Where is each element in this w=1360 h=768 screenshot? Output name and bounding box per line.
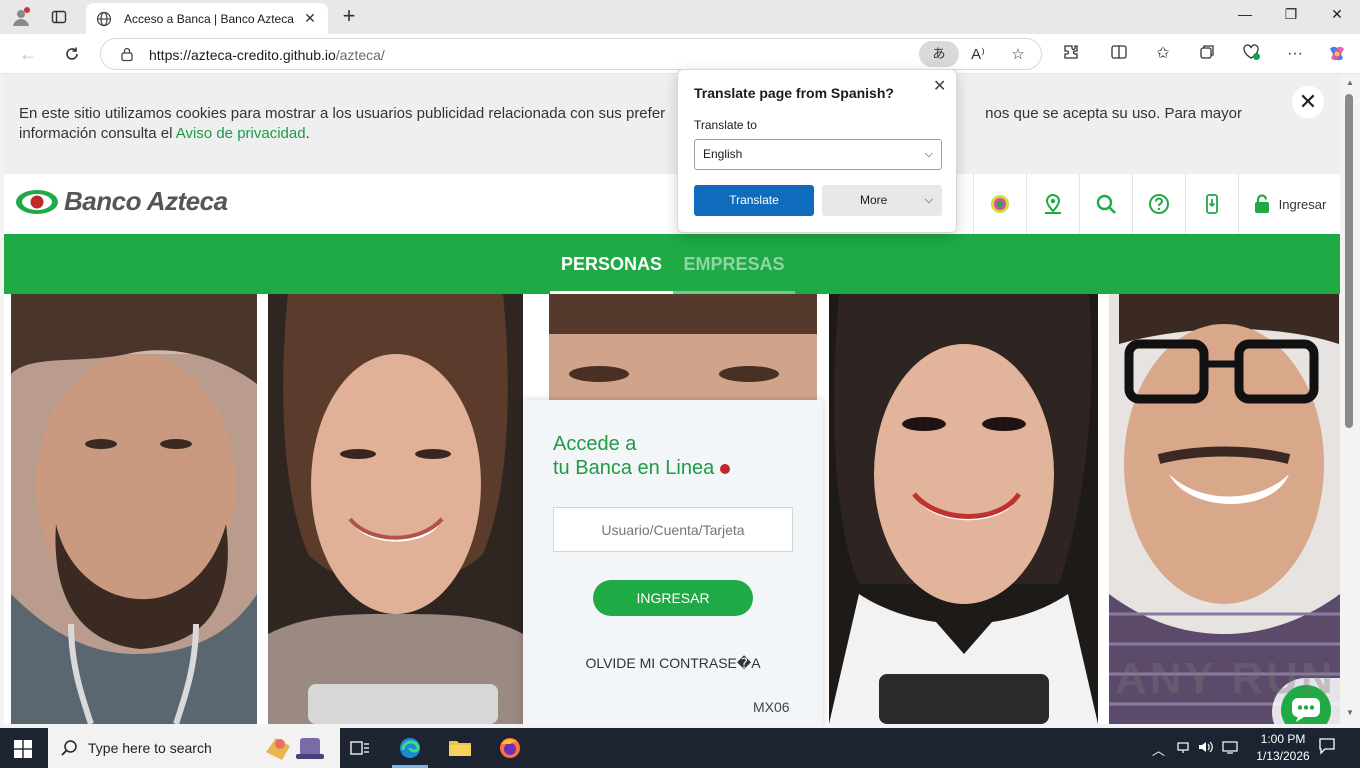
site-header: Banco Azteca Ingresar (4, 174, 1340, 234)
url-path: /azteca/ (335, 47, 385, 63)
hero-photo-woman-smiling (268, 294, 523, 724)
more-options-label: More (860, 193, 888, 207)
segment-tabs: PERSONAS EMPRESAS (4, 234, 1340, 294)
url-bar[interactable]: https://azteca-credito.github.io/azteca/… (100, 38, 1042, 70)
login-header-label: Ingresar (1278, 196, 1327, 212)
taskbar-search-placeholder: Type here to search (88, 740, 212, 756)
anyrun-watermark: ANY RUN (1115, 654, 1336, 703)
copilot-icon[interactable] (1326, 43, 1348, 65)
file-explorer-icon[interactable] (446, 734, 474, 762)
browser-tab-bar: Acceso a Banca | Banco Azteca ✕ + — ❐ ✕ (0, 0, 1360, 34)
cookie-text: En este sitio utilizamos cookies para mo… (19, 104, 1325, 144)
location-icon[interactable] (1026, 174, 1079, 234)
url-host: https://azteca-credito.github.io (149, 47, 336, 63)
login-title-line1: Accede a (553, 433, 637, 455)
azteca-logo-icon (16, 189, 58, 214)
cookie-text-line2: información consulta el (19, 125, 176, 142)
read-aloud-icon[interactable]: A⁾ (967, 44, 989, 66)
translate-popup: Translate page from Spanish? ✕ Translate… (677, 69, 957, 233)
collections-icon[interactable] (1196, 43, 1218, 65)
language-select[interactable]: English ⌵ (694, 139, 942, 170)
translate-button[interactable]: Translate (694, 185, 814, 216)
tray-chevron-icon[interactable]: ︿ (1152, 740, 1165, 759)
display-icon[interactable] (1222, 740, 1238, 757)
favorites-icon[interactable]: ✩ (1152, 43, 1174, 65)
search-icon[interactable] (1079, 174, 1132, 234)
lock-icon[interactable] (119, 46, 135, 62)
search-icon (61, 740, 77, 756)
scroll-up-icon[interactable]: ▲ (1345, 78, 1355, 88)
red-dot-icon (720, 464, 731, 474)
login-card: Accede a tu Banca en Linea INGRESAR OLVI… (523, 400, 823, 724)
forgot-password-link[interactable]: OLVIDE MI CONTRASE�A (523, 655, 823, 672)
username-input[interactable] (553, 507, 793, 552)
taskbar-clock[interactable]: 1:00 PM 1/13/2026 (1248, 731, 1318, 765)
url-text[interactable]: https://azteca-credito.github.io/azteca/ (149, 47, 385, 63)
translate-popup-title: Translate page from Spanish? (694, 85, 894, 101)
volume-icon[interactable] (1198, 740, 1214, 757)
tab-empresas[interactable]: EMPRESAS (673, 234, 795, 294)
address-toolbar: ← https://azteca-credito.github.io/aztec… (0, 34, 1360, 74)
split-screen-icon[interactable] (1108, 43, 1130, 65)
restore-icon[interactable]: ❐ (1268, 6, 1314, 28)
tab-personas[interactable]: PERSONAS (550, 234, 673, 294)
cookie-close-icon[interactable]: ✕ (1292, 86, 1324, 118)
notification-icon[interactable] (1318, 737, 1336, 758)
login-card-title: Accede a tu Banca en Linea (553, 432, 731, 480)
settings-more-icon[interactable]: ··· (1284, 43, 1306, 65)
task-view-icon[interactable] (346, 734, 374, 762)
privacy-notice-link[interactable]: Aviso de privacidad (176, 125, 306, 142)
more-options-button[interactable]: More ⌵ (822, 185, 942, 216)
tab-active[interactable]: Acceso a Banca | Banco Azteca ✕ (86, 3, 328, 34)
refresh-icon[interactable] (58, 42, 86, 66)
translate-page-icon[interactable]: あ (919, 41, 959, 67)
chevron-down-icon: ⌵ (924, 194, 933, 206)
clock-date: 1/13/2026 (1256, 749, 1310, 763)
browser-essentials-icon[interactable] (1240, 43, 1262, 65)
hero-photo-woman-eyeliner (829, 294, 1098, 724)
banco-azteca-logo[interactable]: Banco Azteca (14, 186, 228, 217)
firefox-icon[interactable] (496, 734, 524, 762)
taskbar-search[interactable]: Type here to search (48, 728, 340, 768)
cookie-period: . (305, 125, 310, 142)
extensions-icon[interactable] (1060, 43, 1082, 65)
tab-close-icon[interactable]: ✕ (302, 10, 318, 27)
chevron-down-icon: ⌵ (924, 148, 933, 160)
cookie-banner: En este sitio utilizamos cookies para mo… (4, 74, 1340, 174)
edge-taskbar-icon[interactable] (396, 734, 424, 762)
search-highlight-icon (266, 738, 324, 760)
login-submit-button[interactable]: INGRESAR (593, 580, 753, 616)
scroll-thumb[interactable] (1345, 94, 1353, 428)
back-icon[interactable]: ← (14, 42, 42, 66)
web-page: En este sitio utilizamos cookies para mo… (4, 74, 1340, 724)
tab-title: Acceso a Banca | Banco Azteca (124, 11, 294, 26)
globe-icon (96, 11, 112, 26)
region-code: MX06 (753, 699, 790, 715)
favorite-star-icon[interactable]: ☆ (1007, 44, 1029, 66)
translate-to-label: Translate to (694, 118, 757, 132)
page-scrollbar[interactable]: ▲ ▼ (1340, 74, 1360, 724)
new-tab-icon[interactable]: + (338, 5, 360, 29)
scroll-down-icon[interactable]: ▼ (1345, 708, 1355, 718)
help-icon[interactable] (1132, 174, 1185, 234)
language-select-value: English (703, 147, 743, 161)
network-icon[interactable] (1176, 740, 1190, 757)
mobile-app-icon[interactable] (1185, 174, 1238, 234)
minimize-icon[interactable]: — (1222, 6, 1268, 28)
cookie-text-part2: nos que se acepta su uso. Para mayor (985, 105, 1242, 122)
windows-start-icon[interactable] (14, 740, 32, 758)
padlock-icon (1254, 194, 1269, 213)
translate-popup-close-icon[interactable]: ✕ (933, 76, 946, 96)
promo-icon[interactable] (973, 174, 1026, 234)
cookie-text-part1: En este sitio utilizamos cookies para mo… (19, 105, 666, 122)
login-header-button[interactable]: Ingresar (1238, 174, 1340, 234)
login-title-line2: tu Banca en Linea (553, 457, 715, 479)
logo-text: Banco Azteca (64, 186, 228, 216)
tab-actions-icon[interactable] (46, 5, 72, 29)
window-close-icon[interactable]: ✕ (1314, 6, 1360, 28)
windows-taskbar: Type here to search ︿ 1:00 PM 1/13/2026 (0, 728, 1360, 768)
clock-time: 1:00 PM (1260, 732, 1306, 746)
profile-icon[interactable] (8, 5, 34, 29)
hero-photo-man-hoodie (11, 294, 257, 724)
